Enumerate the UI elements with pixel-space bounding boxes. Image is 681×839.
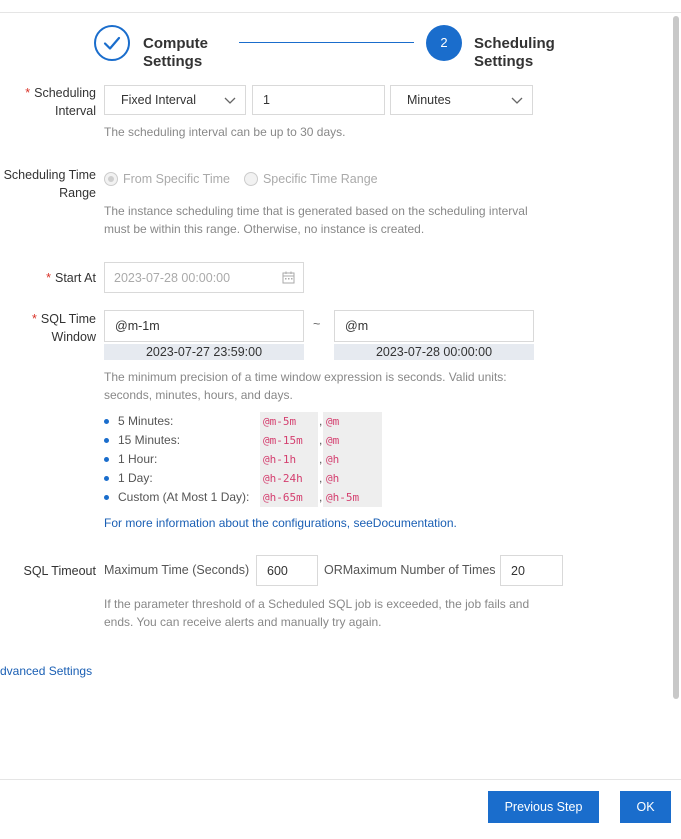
top-border [0, 12, 681, 13]
vertical-scrollbar[interactable] [673, 16, 679, 699]
interval-value-input[interactable]: 1 [252, 85, 385, 115]
start-at-label: * Start At [46, 271, 96, 285]
ok-button[interactable]: OK [620, 791, 671, 823]
start-at-date-input[interactable]: 2023-07-28 00:00:00 [104, 262, 304, 293]
sql-window-start-input[interactable]: @m-1m [104, 310, 304, 342]
time-range-options: From Specific Time Specific Time Range [104, 172, 378, 186]
list-item: 1 Day: @h-24h , @h [104, 469, 394, 488]
max-times-label: ORMaximum Number of Times [324, 563, 496, 577]
max-time-label: Maximum Time (Seconds) [104, 563, 250, 577]
step-connector [239, 42, 414, 43]
interval-unit-select[interactable]: Minutes [390, 85, 533, 115]
documentation-link[interactable]: For more information about the configura… [104, 514, 457, 532]
timeout-hint: If the parameter threshold of a Schedule… [104, 597, 530, 629]
start-at-placeholder: 2023-07-28 00:00:00 [114, 270, 231, 285]
example-from-code: @m-5m [260, 412, 318, 431]
interval-unit-value: Minutes [407, 93, 451, 107]
sql-window-start-preview: 2023-07-27 23:59:00 [104, 344, 304, 360]
list-item: 5 Minutes: @m-5m , @m [104, 412, 394, 431]
example-to-code: @h [323, 450, 382, 469]
sql-window-separator: ~ [313, 317, 321, 331]
calendar-icon [282, 271, 295, 284]
list-item: Custom (At Most 1 Day): @h-65m , @h-5m [104, 488, 394, 507]
max-times-input[interactable]: 20 [500, 555, 563, 586]
example-from-code: @h-1h [260, 450, 318, 469]
sql-window-hint: The minimum precision of a time window e… [104, 370, 507, 402]
list-item: 15 Minutes: @m-15m , @m [104, 431, 394, 450]
radio-specific-time-range[interactable] [243, 172, 258, 186]
example-from-code: @h-24h [260, 469, 318, 488]
interval-mode-value: Fixed Interval [121, 93, 197, 107]
chevron-down-icon [224, 97, 236, 104]
example-to-code: @h [323, 469, 382, 488]
step-2-title: Scheduling Settings [474, 35, 555, 70]
sql-window-label: * SQL Time Window [32, 312, 96, 344]
interval-mode-select[interactable]: Fixed Interval [104, 85, 246, 115]
sql-timeout-label: SQL Timeout [23, 564, 97, 578]
example-from-code: @m-15m [260, 431, 318, 450]
example-to-code: @m [323, 412, 382, 431]
chevron-down-icon [511, 97, 523, 104]
footer-divider [0, 779, 681, 780]
sql-window-end-preview: 2023-07-28 00:00:00 [334, 344, 534, 360]
example-to-code: @m [323, 431, 382, 450]
example-to-code: @h-5m [323, 488, 382, 507]
sql-window-end-input[interactable]: @m [334, 310, 534, 342]
option-specific-time-range: Specific Time Range [262, 172, 378, 186]
step-1-check-icon [94, 25, 130, 61]
max-time-input[interactable]: 600 [256, 555, 318, 586]
time-range-label: Scheduling Time Range [3, 168, 96, 200]
radio-from-specific-time[interactable] [104, 172, 118, 186]
time-range-hint: The instance scheduling time that is gen… [104, 204, 528, 236]
step-2-number: 2 [426, 25, 462, 61]
example-from-code: @h-65m [260, 488, 318, 507]
advanced-settings-link[interactable]: dvanced Settings [0, 662, 92, 680]
scheduling-interval-label: * Scheduling Interval [25, 86, 96, 118]
step-1-title: Compute Settings [143, 35, 208, 70]
list-item: 1 Hour: @h-1h , @h [104, 450, 394, 469]
option-from-specific-time: From Specific Time [123, 172, 230, 186]
interval-hint: The scheduling interval can be up to 30 … [104, 125, 346, 139]
previous-step-button[interactable]: Previous Step [488, 791, 599, 823]
